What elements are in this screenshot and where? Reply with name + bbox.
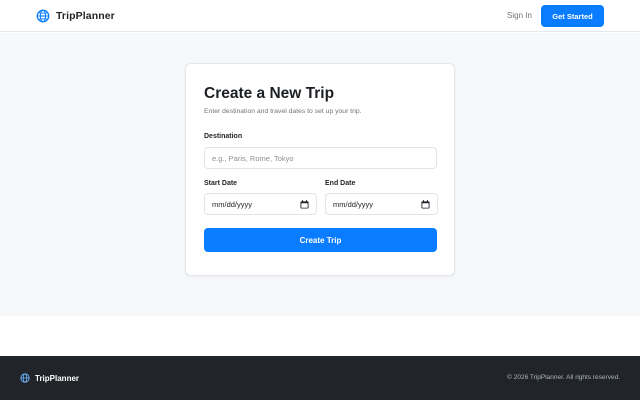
brand-name: TripPlanner <box>56 10 115 22</box>
get-started-button[interactable]: Get Started <box>541 5 604 27</box>
form-subtitle: Enter destination and travel dates to se… <box>204 108 362 115</box>
globe-icon <box>36 9 50 23</box>
top-navbar: TripPlanner Sign In Get Started <box>0 0 640 32</box>
footer: TripPlanner © 2026 TripPlanner. All righ… <box>0 356 640 400</box>
globe-icon <box>20 373 30 383</box>
footer-brand[interactable]: TripPlanner <box>20 373 79 383</box>
end-date-label: End Date <box>325 180 356 187</box>
create-trip-button[interactable]: Create Trip <box>204 228 437 252</box>
end-date-value: mm/dd/yyyy <box>333 199 374 209</box>
main-content: Create a New Trip Enter destination and … <box>0 33 640 316</box>
copyright-text: © 2026 TripPlanner. All rights reserved. <box>507 374 620 381</box>
destination-input[interactable] <box>212 153 429 163</box>
calendar-icon[interactable] <box>300 199 309 209</box>
brand-link[interactable]: TripPlanner <box>36 9 115 23</box>
footer-brand-name: TripPlanner <box>35 373 80 383</box>
start-date-value: mm/dd/yyyy <box>212 199 253 209</box>
destination-label: Destination <box>204 133 243 140</box>
destination-field-wrapper <box>204 147 437 169</box>
create-trip-card: Create a New Trip Enter destination and … <box>185 63 455 276</box>
start-date-input[interactable]: mm/dd/yyyy <box>204 193 317 215</box>
form-title: Create a New Trip <box>204 85 335 102</box>
calendar-icon[interactable] <box>421 199 430 209</box>
start-date-label: Start Date <box>204 180 238 187</box>
sign-in-link[interactable]: Sign In <box>507 11 532 20</box>
end-date-input[interactable]: mm/dd/yyyy <box>325 193 438 215</box>
